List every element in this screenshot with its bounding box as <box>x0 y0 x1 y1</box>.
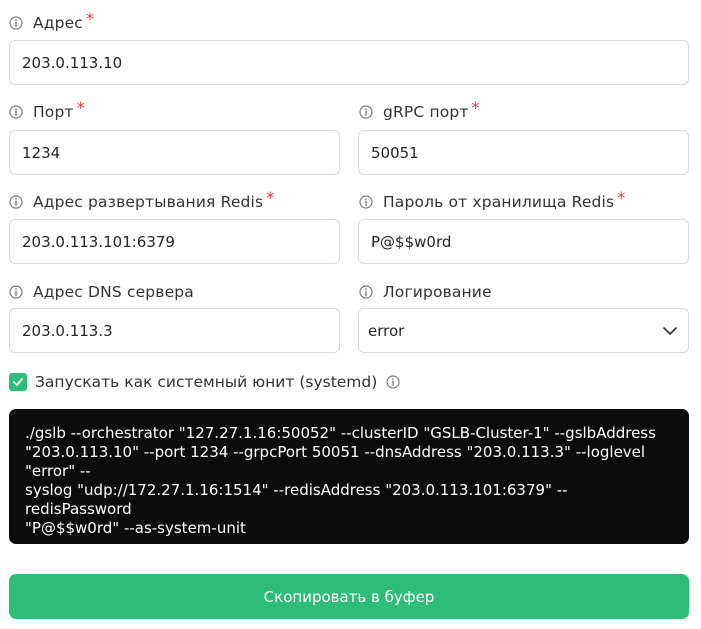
logging-select[interactable]: error <box>358 308 689 353</box>
systemd-checkbox[interactable] <box>9 373 27 391</box>
redis-address-label: Адрес развертывания Redis * <box>9 188 275 215</box>
systemd-label: Запускать как системный юнит (systemd) <box>35 373 378 391</box>
info-icon[interactable] <box>359 105 373 119</box>
address-input[interactable] <box>9 40 689 85</box>
chevron-down-icon <box>663 326 677 335</box>
grpc-port-input[interactable] <box>358 130 689 175</box>
required-mark: * <box>471 98 480 117</box>
info-icon[interactable] <box>9 285 23 299</box>
required-mark: * <box>76 98 85 117</box>
port-label: Порт * <box>9 98 85 125</box>
logging-selected-value: error <box>368 321 405 340</box>
required-mark: * <box>85 9 95 28</box>
info-icon[interactable] <box>359 285 373 299</box>
dns-address-label: Адрес DNS сервера <box>9 283 194 305</box>
redis-address-input[interactable] <box>9 219 340 264</box>
info-icon[interactable] <box>9 105 23 119</box>
info-icon[interactable] <box>9 195 23 209</box>
logging-label: Логирование <box>359 283 492 305</box>
required-mark: * <box>266 188 275 207</box>
redis-password-label: Пароль от хранилища Redis * <box>359 188 626 215</box>
copy-to-clipboard-button[interactable]: Скопировать в буфер <box>9 574 689 619</box>
redis-password-input[interactable] <box>358 219 689 264</box>
info-icon[interactable] <box>9 16 23 30</box>
command-output: ./gslb --orchestrator "127.27.1.16:50052… <box>9 409 689 544</box>
required-mark: * <box>617 188 626 207</box>
check-icon <box>13 378 23 386</box>
systemd-option: Запускать как системный юнит (systemd) <box>9 372 400 392</box>
grpc-port-label: gRPC порт * <box>359 98 480 125</box>
info-icon[interactable] <box>359 195 373 209</box>
dns-address-input[interactable] <box>9 308 340 353</box>
port-input[interactable] <box>9 130 340 175</box>
address-label: Адрес * <box>9 9 95 36</box>
info-icon[interactable] <box>386 375 400 389</box>
